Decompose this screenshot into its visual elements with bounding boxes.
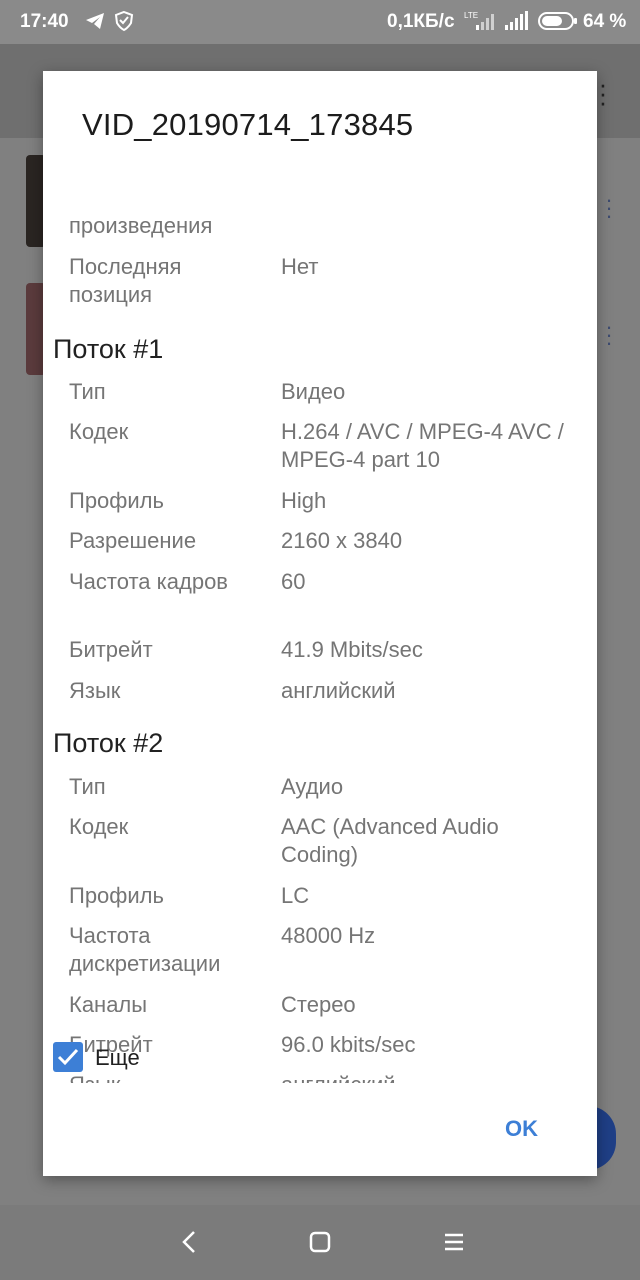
property-label: Разрешение [69,528,197,553]
property-value: Видео [281,379,346,404]
battery-icon [538,10,578,38]
property-label: Битрейт [69,637,153,662]
status-time: 17:40 [20,11,69,32]
more-checkbox-label[interactable]: Еще [95,1045,140,1071]
property-value: 48000 Hz [281,923,376,948]
property-value: High [281,488,327,513]
more-checkbox[interactable] [53,1042,83,1072]
signal-icon [504,10,530,38]
menu-icon[interactable] [442,1229,466,1260]
property-label: Язык [69,678,121,703]
property-value: английский [281,678,396,703]
property-label: Частота кадров [69,569,228,594]
property-value: 41.9 Mbits/sec [281,637,423,662]
dialog-title: VID_20190714_173845 [82,107,414,142]
ok-button[interactable]: OK [505,1116,538,1142]
property-value: Нет [281,254,319,279]
overflow-menu-icon: · · · [598,69,608,117]
property-value: 96.0 kbits/sec [281,1032,416,1057]
property-label: Кодек [69,814,129,839]
cut-off-label: произведения [69,213,213,238]
battery-percent: 64 % [583,11,627,32]
more-options-icon: · · · [605,314,613,355]
property-value: 2160 x 3840 [281,528,403,553]
stream-heading: Поток #2 [53,728,164,758]
property-label: Тип [69,379,106,404]
more-options-icon: · · · [605,187,613,228]
property-value: LC [281,883,310,908]
property-value: H.264 / AVC / MPEG-4 AVC / MPEG-4 part 1… [281,419,564,472]
properties-scroll-area[interactable]: произведения Последняя позиция Нет Поток… [43,143,597,1083]
status-bar: 17:40 0,1КБ/с LTE 64 % [0,0,640,44]
svg-text:LTE: LTE [464,11,478,20]
lte-signal-icon: LTE [464,10,498,38]
property-value: AAC (Advanced Audio Coding) [281,814,499,867]
network-speed: 0,1КБ/с [387,11,455,32]
property-label: Тип [69,774,106,799]
property-label: Язык [69,1071,269,1083]
property-label: Частота дискретизации [69,923,221,976]
property-value: Стерео [281,992,356,1017]
property-value: английский [281,1071,581,1083]
property-value: 60 [281,569,306,594]
telegram-icon [84,10,106,38]
property-value: Аудио [281,774,344,799]
back-icon[interactable] [178,1229,200,1260]
property-label: Профиль [69,488,164,513]
property-label: Профиль [69,883,164,908]
property-label: Последняя позиция [69,254,182,307]
property-label: Каналы [69,992,148,1017]
shield-icon [113,10,135,38]
properties-dialog: VID_20190714_173845 произведения Последн… [43,71,597,1176]
property-label: Кодек [69,419,129,444]
stream-heading: Поток #1 [53,334,164,364]
home-icon[interactable] [308,1229,332,1260]
navigation-bar [0,1205,640,1280]
